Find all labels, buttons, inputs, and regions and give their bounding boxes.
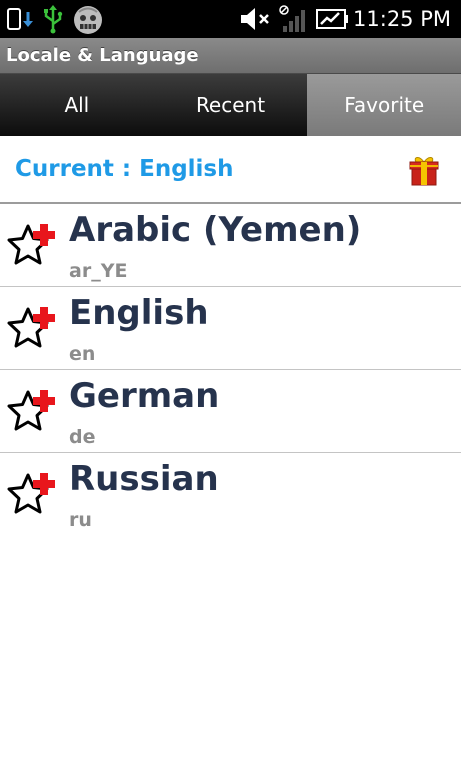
phone-download-icon (6, 0, 36, 38)
language-name: English (69, 293, 209, 333)
add-favorite-star-icon[interactable] (5, 220, 57, 272)
language-code: ru (69, 509, 92, 531)
add-favorite-star-icon[interactable] (5, 386, 57, 438)
volume-muted-icon (238, 0, 274, 38)
language-code: ar_YE (69, 260, 128, 282)
usb-icon (40, 0, 66, 38)
title-bar: Locale & Language (0, 38, 461, 74)
language-list: Arabic (Yemen) ar_YE English en German d… (0, 204, 461, 536)
list-item[interactable]: English en (0, 287, 461, 370)
tab-bar: All Recent Favorite (0, 74, 461, 136)
list-item[interactable]: Arabic (Yemen) ar_YE (0, 204, 461, 287)
language-code: de (69, 426, 96, 448)
language-name: German (69, 376, 220, 416)
tab-favorite[interactable]: Favorite (307, 74, 461, 136)
app-title: Locale & Language (6, 45, 199, 66)
add-favorite-star-icon[interactable] (5, 469, 57, 521)
language-name: Russian (69, 459, 219, 499)
battery-icon (314, 0, 350, 38)
signal-icon (278, 0, 312, 38)
add-favorite-star-icon[interactable] (5, 303, 57, 355)
debug-bug-icon (70, 0, 106, 38)
tab-recent[interactable]: Recent (153, 74, 308, 136)
tab-all[interactable]: All (0, 74, 154, 136)
list-item[interactable]: Russian ru (0, 453, 461, 536)
list-item[interactable]: German de (0, 370, 461, 453)
current-language-label: Current : English (15, 156, 234, 182)
current-language-row: Current : English (0, 136, 461, 204)
language-code: en (69, 343, 96, 365)
language-name: Arabic (Yemen) (69, 210, 362, 250)
gift-icon[interactable] (407, 153, 441, 187)
status-time: 11:25 PM (353, 7, 451, 31)
status-bar: 11:25 PM (0, 0, 461, 38)
